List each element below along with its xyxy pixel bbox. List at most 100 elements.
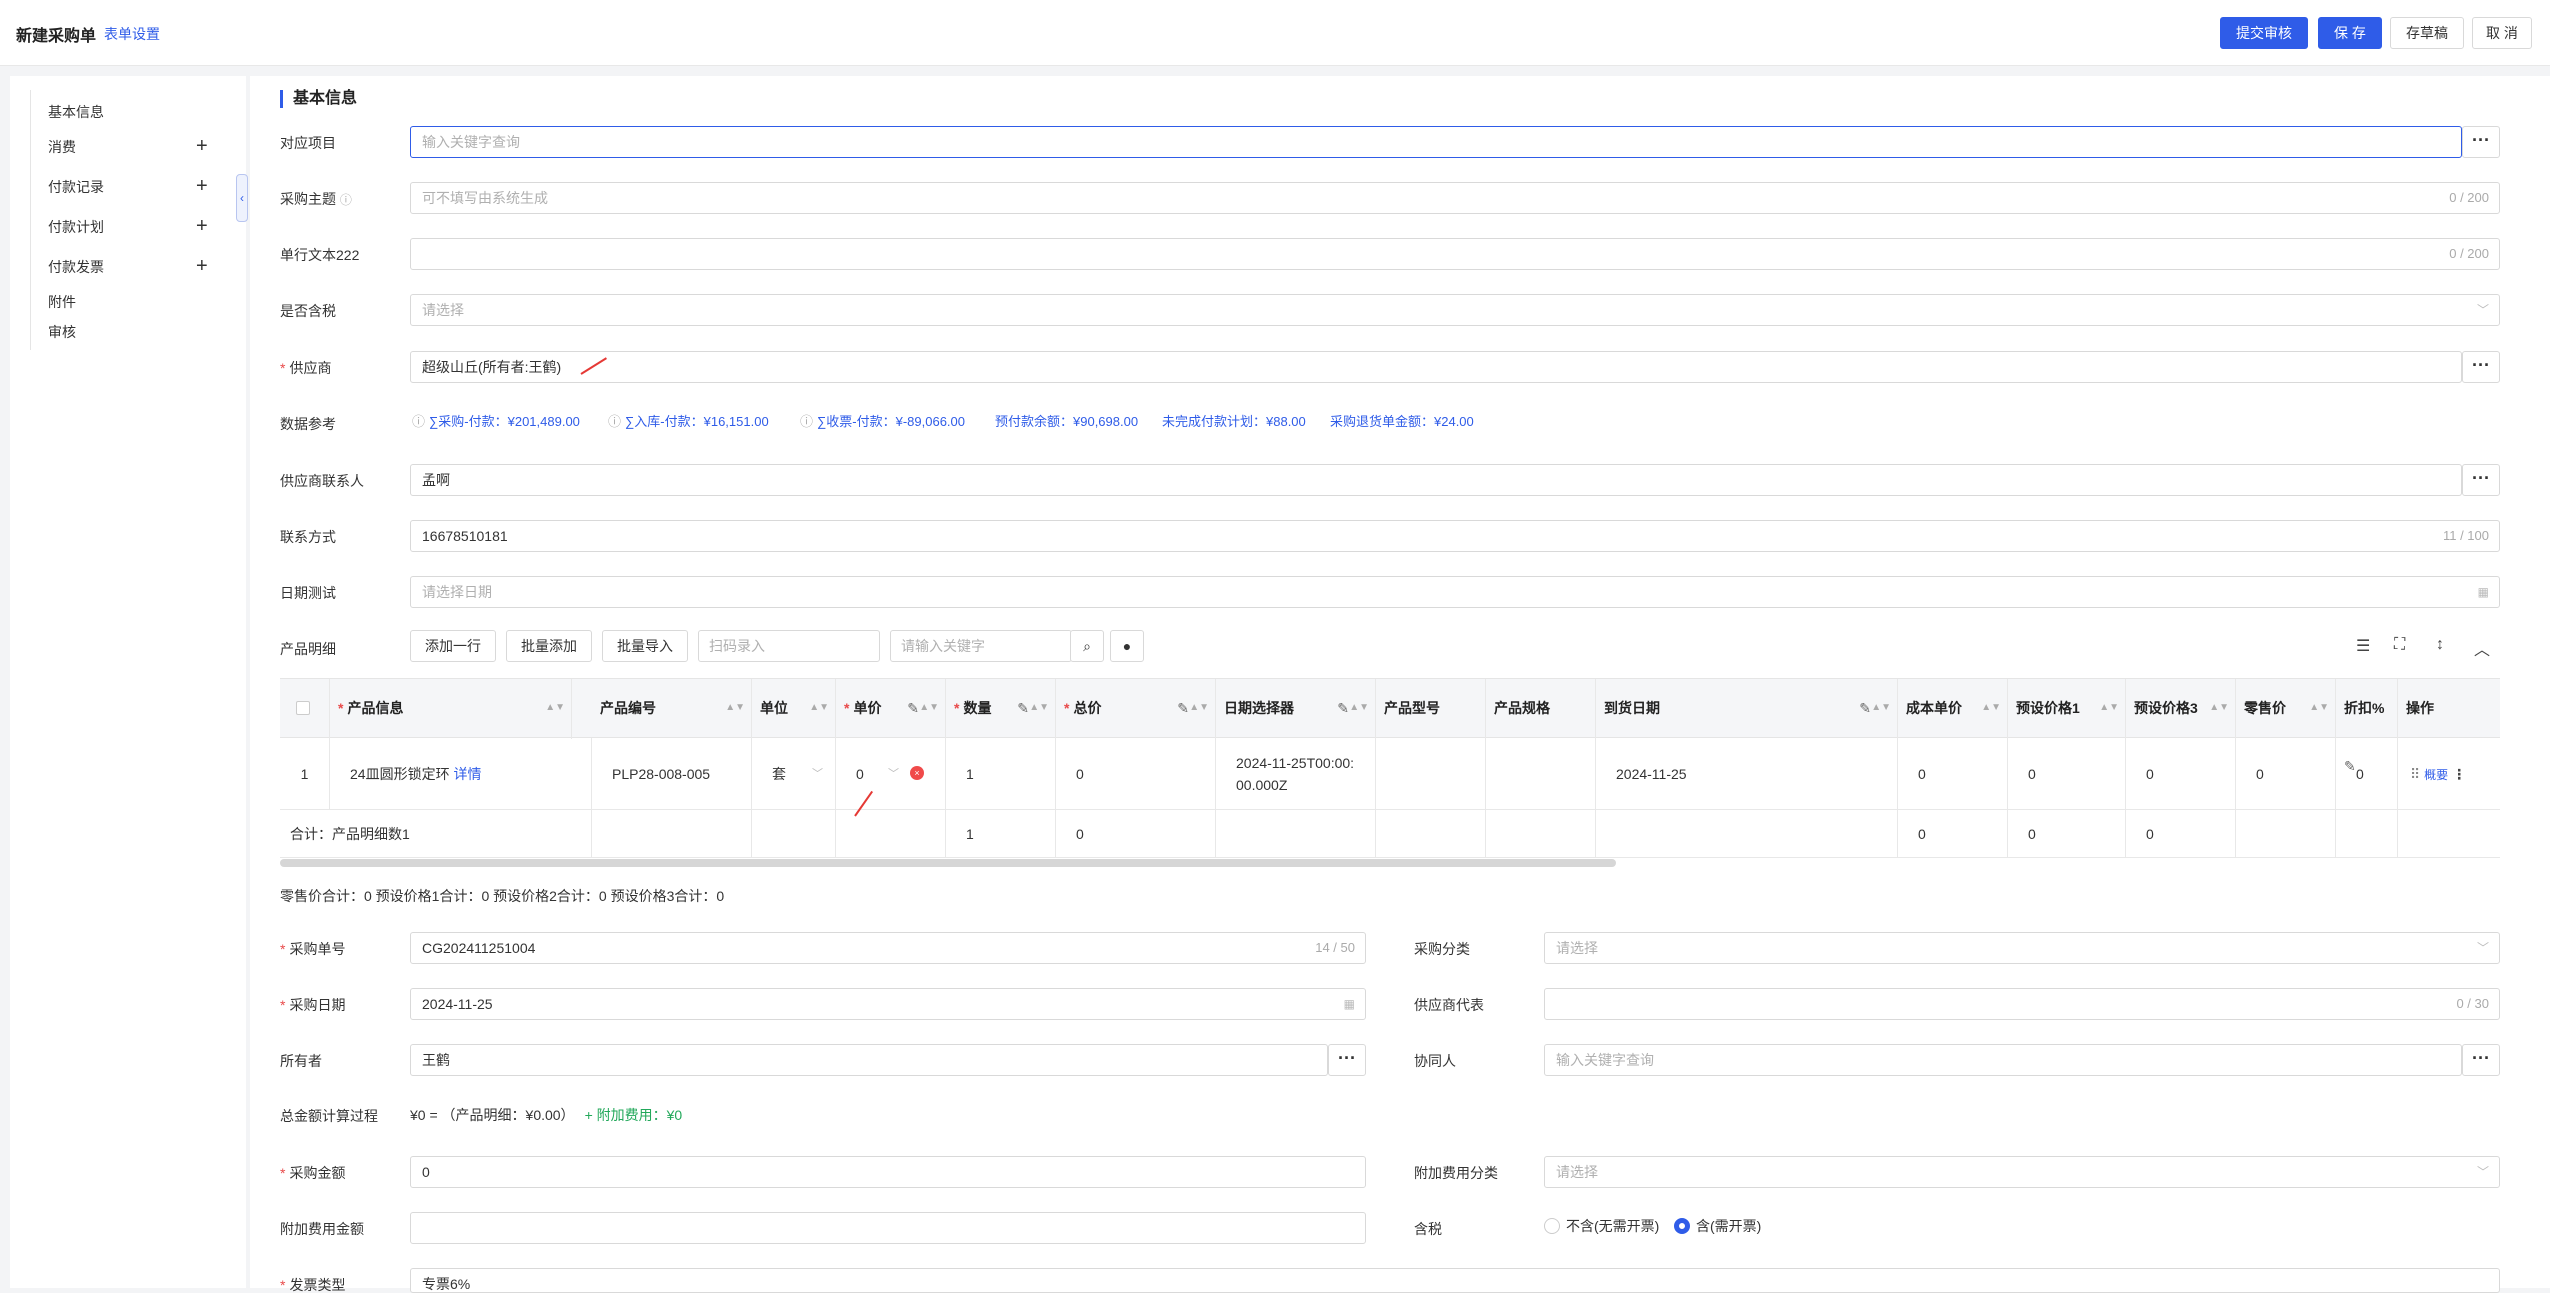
arrival-cell[interactable]: 2024-11-25 <box>1596 738 1898 810</box>
supplier-rep-input[interactable]: 0 / 30 <box>1544 988 2500 1020</box>
detail-link[interactable]: 详情 <box>453 766 481 782</box>
form-settings-link[interactable]: 表单设置 <box>104 24 160 44</box>
table-horizontal-scrollbar[interactable] <box>280 859 1616 867</box>
sidebar-item-payment-invoice[interactable]: 付款发票 <box>48 257 104 277</box>
more-icon[interactable]: ⋮ <box>2452 766 2466 782</box>
calendar-icon: ▦ <box>1343 997 1355 1011</box>
col-arrival-date[interactable]: 到货日期 ✎ ▲▼ <box>1596 679 1898 739</box>
subject-input[interactable]: 可不填写由系统生成 0 / 200 <box>410 182 2500 214</box>
col-discount[interactable]: 折扣% ✎ <box>2336 679 2398 774</box>
col-spec[interactable]: 产品规格 <box>1486 679 1596 739</box>
sidebar-item-review[interactable]: 审核 <box>48 322 76 342</box>
plus-icon[interactable]: + <box>196 136 208 156</box>
batch-add-button[interactable]: 批量添加 <box>506 630 592 662</box>
submit-review-button[interactable]: 提交审核 <box>2220 17 2308 49</box>
plus-icon[interactable]: + <box>196 216 208 236</box>
add-row-button[interactable]: 添加一行 <box>410 630 496 662</box>
drag-handle-icon[interactable]: ⠿ <box>2410 766 2420 782</box>
owner-picker-button[interactable]: ··· <box>1328 1044 1366 1076</box>
price-totals-line: 零售价合计：0 预设价格1合计：0 预设价格2合计：0 预设价格3合计：0 <box>280 888 725 904</box>
model-cell[interactable] <box>1376 738 1486 810</box>
sidebar-item-attachments[interactable]: 附件 <box>48 292 76 312</box>
col-cost[interactable]: 成本单价 ▲▼ <box>1898 679 2008 739</box>
batch-import-button[interactable]: 批量导入 <box>602 630 688 662</box>
tax-included-label: 是否含税 <box>280 303 336 319</box>
total-cell[interactable]: 0 <box>1056 738 1216 810</box>
qty-cell[interactable]: 1 <box>946 738 1056 810</box>
data-ref-item[interactable]: ⓘ ∑收票-付款：¥-89,066.00 <box>800 411 965 430</box>
pin-icon[interactable]: ● <box>1110 630 1144 662</box>
spec-cell[interactable] <box>1486 738 1596 810</box>
col-unit-price[interactable]: * 单价 ✎ ▲▼ <box>836 679 946 739</box>
sidebar-item-payment-records[interactable]: 付款记录 <box>48 177 104 197</box>
extra-amount-input[interactable] <box>410 1212 1366 1244</box>
summary-blank <box>1486 810 1596 858</box>
contact-picker-button[interactable]: ··· <box>2462 464 2500 496</box>
tax-label: 含税 <box>1414 1221 1442 1237</box>
collaborator-input[interactable]: 输入关键字查询 <box>1544 1044 2462 1076</box>
fullscreen-icon[interactable]: ⛶ <box>2394 636 2405 654</box>
amount-input[interactable]: 0 <box>410 1156 1366 1188</box>
invoice-type-select[interactable]: 专票6% <box>410 1268 2500 1293</box>
save-draft-button[interactable]: 存草稿 <box>2390 17 2464 49</box>
price-select[interactable]: 0 ﹀ × <box>836 738 946 810</box>
tax-option-no[interactable]: 不含(无需开票) <box>1544 1216 1659 1236</box>
plus-icon[interactable]: + <box>196 256 208 276</box>
collaborator-picker-button[interactable]: ··· <box>2462 1044 2500 1076</box>
data-ref-item[interactable]: 未完成付款计划：¥88.00 <box>1162 411 1306 430</box>
col-total[interactable]: * 总价 ✎ ▲▼ <box>1056 679 1216 739</box>
sidebar-item-payment-plan[interactable]: 付款计划 <box>48 217 104 237</box>
project-picker-button[interactable]: ··· <box>2462 126 2500 158</box>
cancel-button[interactable]: 取 消 <box>2472 17 2532 49</box>
col-model[interactable]: 产品型号 <box>1376 679 1486 739</box>
project-input[interactable]: 输入关键字查询 <box>410 126 2462 158</box>
chevron-down-icon: ﹀ <box>812 768 823 780</box>
expand-vertical-icon[interactable]: ↕ <box>2436 636 2444 654</box>
tax-option-yes[interactable]: 含(需开票) <box>1674 1216 1761 1236</box>
phone-input[interactable]: 16678510181 11 / 100 <box>410 520 2500 552</box>
product-cell[interactable]: 24皿圆形锁定环 详情 <box>330 738 592 810</box>
data-ref-item[interactable]: 采购退货单金额：¥24.00 <box>1330 411 1474 430</box>
sidebar-item-basic-info[interactable]: 基本信息 <box>48 102 104 122</box>
supplier-picker-button[interactable]: ··· <box>2462 351 2500 383</box>
col-retail[interactable]: 零售价 ▲▼ <box>2236 679 2336 739</box>
summary-link[interactable]: 概要 <box>2424 768 2448 782</box>
scan-input[interactable]: 扫码录入 <box>698 630 880 662</box>
extra-category-select[interactable]: 请选择 ﹀ <box>1544 1156 2500 1188</box>
sidebar-item-consumption[interactable]: 消费 <box>48 137 76 157</box>
extra-fee-link[interactable]: + 附加费用：¥0 <box>585 1107 683 1123</box>
chevron-up-icon[interactable]: ︿ <box>2474 636 2490 660</box>
col-product-info[interactable]: * 产品信息 ▲▼ <box>330 679 572 739</box>
help-icon[interactable]: ⓘ <box>340 193 352 207</box>
date-test-input[interactable]: 请选择日期 ▦ <box>410 576 2500 608</box>
col-unit[interactable]: 单位 ▲▼ <box>752 679 836 739</box>
order-number-input[interactable]: CG202411251004 14 / 50 <box>410 932 1366 964</box>
select-all-checkbox[interactable] <box>280 679 330 739</box>
supplier-rep-counter: 0 / 30 <box>2456 996 2489 1011</box>
contact-input[interactable]: 孟啊 <box>410 464 2462 496</box>
tax-included-select[interactable]: 请选择 ﹀ <box>410 294 2500 326</box>
keyword-input[interactable]: 请输入关键字 <box>890 630 1072 662</box>
col-preset3[interactable]: 预设价格3 ▲▼ <box>2126 679 2236 739</box>
summary-blank <box>1596 810 1898 858</box>
single-text-input[interactable]: 0 / 200 <box>410 238 2500 270</box>
col-product-code[interactable]: 产品编号 ▲▼ <box>592 679 752 739</box>
owner-input[interactable]: 王鹤 <box>410 1044 1328 1076</box>
unit-select[interactable]: 套 ﹀ <box>752 738 836 810</box>
datetime-cell[interactable]: 2024-11-25T00:00: 00.000Z <box>1216 738 1376 810</box>
row-height-icon[interactable]: ☰ <box>2356 636 2370 656</box>
clear-icon[interactable]: × <box>910 766 924 780</box>
col-qty[interactable]: * 数量 ✎ ▲▼ <box>946 679 1056 739</box>
order-date-input[interactable]: 2024-11-25 ▦ <box>410 988 1366 1020</box>
data-ref-item[interactable]: ⓘ ∑入库-付款：¥16,151.00 <box>608 411 769 430</box>
supplier-input[interactable]: 超级山丘(所有者:王鹤) <box>410 351 2462 383</box>
save-button[interactable]: 保 存 <box>2318 17 2382 49</box>
col-preset1[interactable]: 预设价格1 ▲▼ <box>2008 679 2126 739</box>
data-ref-item[interactable]: ⓘ ∑采购-付款：¥201,489.00 <box>412 411 580 430</box>
category-select[interactable]: 请选择 ﹀ <box>1544 932 2500 964</box>
search-icon[interactable]: ⌕ <box>1070 630 1104 662</box>
col-date-picker[interactable]: 日期选择器 ✎ ▲▼ <box>1216 679 1376 739</box>
sidebar-collapse-toggle[interactable]: ‹ <box>236 174 248 222</box>
plus-icon[interactable]: + <box>196 176 208 196</box>
data-ref-item[interactable]: 预付款余额：¥90,698.00 <box>995 411 1138 430</box>
